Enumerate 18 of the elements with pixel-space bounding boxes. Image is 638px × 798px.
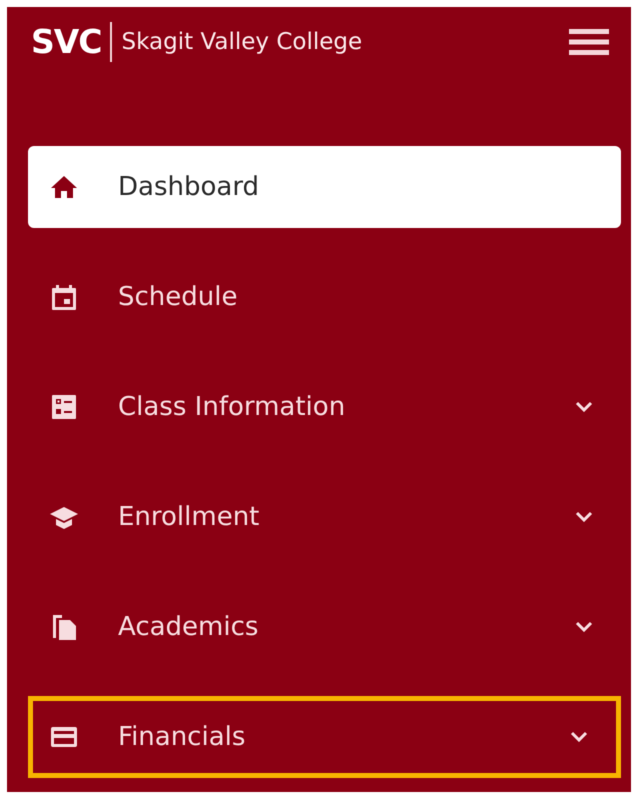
documents-icon [50,613,78,641]
nav-item[interactable]: Class Information [28,366,621,448]
menu-icon[interactable] [569,28,609,56]
chevron-down-icon[interactable] [575,511,593,523]
house-icon [50,173,78,201]
chevron-down-icon[interactable] [575,621,593,633]
logo-divider [110,22,112,62]
chevron-down-icon[interactable] [575,401,593,413]
chevron-down-icon[interactable] [570,731,588,743]
nav-item[interactable]: Enrollment [28,476,621,558]
nav-item[interactable]: Dashboard [28,146,621,228]
nav-item[interactable]: Financials [28,696,621,778]
list-icon [50,393,78,421]
logo-abbreviation: SVC [31,22,102,61]
nav-item[interactable]: Schedule [28,256,621,338]
calendar-icon [50,283,78,311]
logo-name: Skagit Valley College [122,28,362,54]
nav-item[interactable]: Academics [28,586,621,668]
